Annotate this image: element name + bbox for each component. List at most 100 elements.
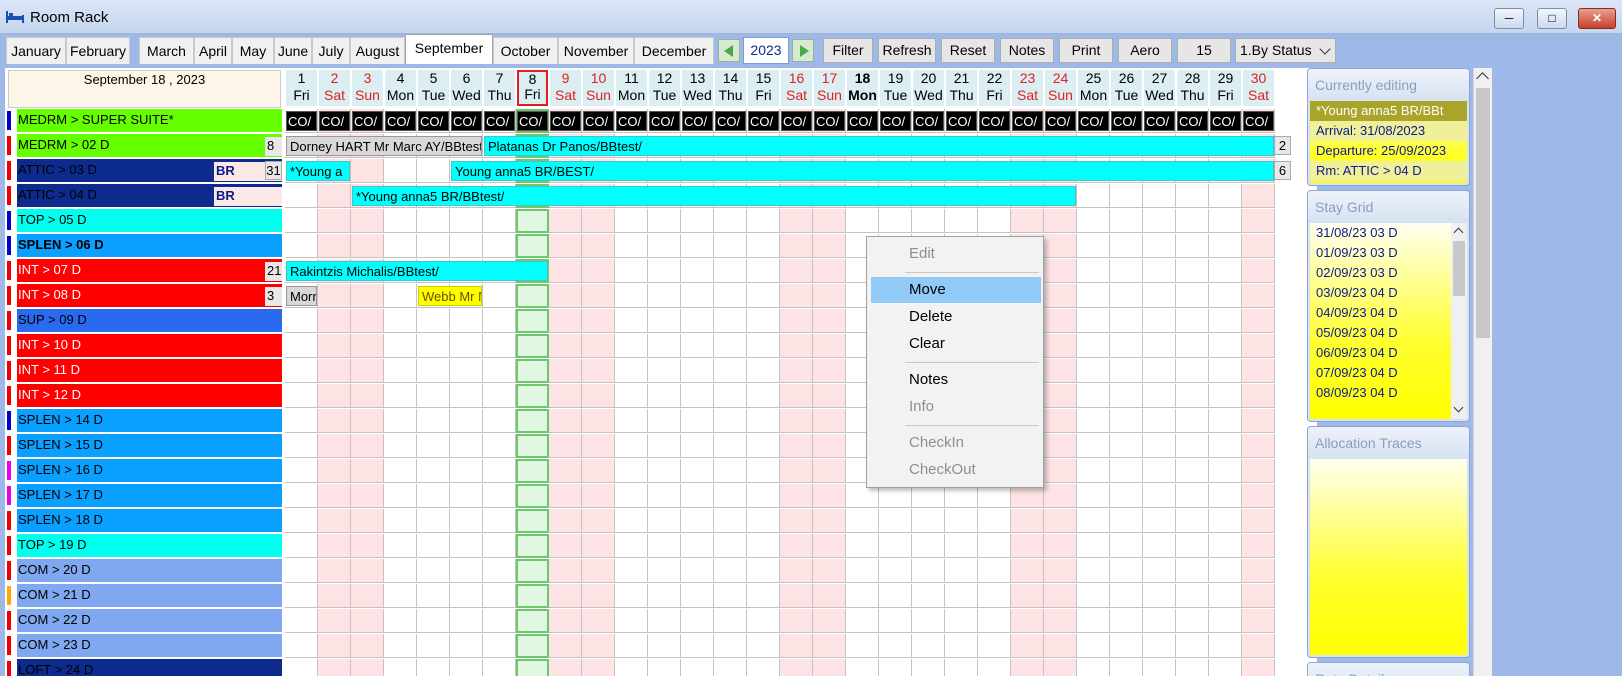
grid-cell[interactable] <box>1110 609 1143 633</box>
grid-cell[interactable] <box>483 234 516 258</box>
grid-cell[interactable] <box>846 659 879 676</box>
grid-cell[interactable] <box>1176 234 1209 258</box>
grid-cell[interactable] <box>1044 559 1077 583</box>
grid-cell[interactable] <box>318 384 351 408</box>
grid-cell[interactable] <box>747 459 780 483</box>
grid-cell[interactable] <box>516 434 549 458</box>
day-header-28[interactable]: 28 Thu <box>1177 70 1208 106</box>
grid-cell[interactable] <box>747 634 780 658</box>
grid-cell[interactable] <box>1110 634 1143 658</box>
day-header-7[interactable]: 7 Thu <box>484 70 515 106</box>
grid-cell[interactable] <box>1044 359 1077 383</box>
grid-cell[interactable] <box>1110 534 1143 558</box>
grid-cell[interactable] <box>945 659 978 676</box>
booking-bar[interactable]: Morr <box>286 286 317 306</box>
grid-cell[interactable] <box>813 459 846 483</box>
booking-bar[interactable]: Rakintzis Michalis/BBtest/ <box>286 261 548 281</box>
grid-cell[interactable] <box>912 634 945 658</box>
grid-cell[interactable] <box>285 459 318 483</box>
checkout-marker[interactable]: CO/ <box>550 111 581 131</box>
grid-cell[interactable] <box>978 659 1011 676</box>
menu-item-move[interactable]: Move <box>871 277 1041 303</box>
grid-cell[interactable] <box>747 534 780 558</box>
grid-cell[interactable] <box>747 359 780 383</box>
grid-cell[interactable] <box>285 584 318 608</box>
room-row-label[interactable]: SPLEN > 14 D <box>5 409 283 432</box>
day-header-18[interactable]: 18 Mon <box>847 70 878 106</box>
checkout-marker[interactable]: CO/ <box>979 111 1010 131</box>
grid-cell[interactable] <box>648 584 681 608</box>
grid-cell[interactable] <box>318 534 351 558</box>
grid-cell[interactable] <box>1209 659 1242 676</box>
grid-cell[interactable] <box>648 409 681 433</box>
room-row-label[interactable]: SPLEN > 18 D <box>5 509 283 532</box>
grid-cell[interactable] <box>681 484 714 508</box>
grid-cell[interactable] <box>978 534 1011 558</box>
grid-cell[interactable] <box>582 609 615 633</box>
grid-cell[interactable] <box>450 359 483 383</box>
grid-cell[interactable] <box>978 509 1011 533</box>
menu-item-checkin[interactable]: CheckIn <box>871 430 1041 456</box>
grid-cell[interactable] <box>1110 259 1143 283</box>
grid-cell[interactable] <box>1077 334 1110 358</box>
grid-cell[interactable] <box>1176 184 1209 208</box>
grid-cell[interactable] <box>1077 559 1110 583</box>
grid-cell[interactable] <box>1209 484 1242 508</box>
grid-cell[interactable] <box>879 584 912 608</box>
grid-cell[interactable] <box>780 584 813 608</box>
checkout-marker[interactable]: CO/ <box>847 111 878 131</box>
refresh-button[interactable]: Refresh <box>878 38 936 63</box>
grid-cell[interactable] <box>747 484 780 508</box>
grid-cell[interactable] <box>417 234 450 258</box>
grid-cell[interactable] <box>351 359 384 383</box>
grid-cell[interactable] <box>780 659 813 676</box>
grid-cell[interactable] <box>516 584 549 608</box>
grid-cell[interactable] <box>1077 359 1110 383</box>
grid-cell[interactable] <box>1242 559 1275 583</box>
grid-cell[interactable] <box>1143 659 1176 676</box>
grid-cell[interactable] <box>1110 359 1143 383</box>
grid-cell[interactable] <box>582 559 615 583</box>
room-row-label[interactable]: INT > 10 D <box>5 334 283 357</box>
grid-cell[interactable] <box>582 484 615 508</box>
grid-cell[interactable] <box>813 584 846 608</box>
grid-vertical-scrollbar[interactable] <box>1473 68 1492 676</box>
grid-cell[interactable] <box>351 559 384 583</box>
grid-cell[interactable] <box>714 359 747 383</box>
grid-cell[interactable] <box>318 409 351 433</box>
grid-cell[interactable] <box>351 434 384 458</box>
grid-cell[interactable] <box>648 209 681 233</box>
grid-cell[interactable] <box>615 359 648 383</box>
menu-item-info[interactable]: Info <box>871 394 1041 420</box>
grid-cell[interactable] <box>945 209 978 233</box>
grid-cell[interactable] <box>384 534 417 558</box>
grid-cell[interactable] <box>1242 409 1275 433</box>
grid-cell[interactable] <box>582 534 615 558</box>
grid-cell[interactable] <box>318 609 351 633</box>
grid-cell[interactable] <box>285 384 318 408</box>
grid-cell[interactable] <box>516 384 549 408</box>
grid-cell[interactable] <box>747 334 780 358</box>
grid-cell[interactable] <box>384 209 417 233</box>
grid-cell[interactable] <box>516 409 549 433</box>
grid-cell[interactable] <box>351 159 384 183</box>
stay-grid-row[interactable]: 05/09/23 04 D <box>1310 323 1467 343</box>
grid-cell[interactable] <box>450 409 483 433</box>
grid-cell[interactable] <box>813 484 846 508</box>
grid-cell[interactable] <box>1110 459 1143 483</box>
tab-february[interactable]: February <box>66 37 130 64</box>
tab-march[interactable]: March <box>139 37 194 64</box>
grid-cell[interactable] <box>549 209 582 233</box>
grid-cell[interactable] <box>648 659 681 676</box>
grid-cell[interactable] <box>450 509 483 533</box>
grid-cell[interactable] <box>615 584 648 608</box>
grid-cell[interactable] <box>351 509 384 533</box>
grid-cell[interactable] <box>582 209 615 233</box>
grid-cell[interactable] <box>450 209 483 233</box>
day-header-5[interactable]: 5 Tue <box>418 70 449 106</box>
grid-cell[interactable] <box>450 609 483 633</box>
checkout-marker[interactable]: CO/ <box>1243 111 1274 131</box>
prev-year-button[interactable] <box>718 39 740 62</box>
grid-cell[interactable] <box>285 359 318 383</box>
grid-cell[interactable] <box>747 284 780 308</box>
